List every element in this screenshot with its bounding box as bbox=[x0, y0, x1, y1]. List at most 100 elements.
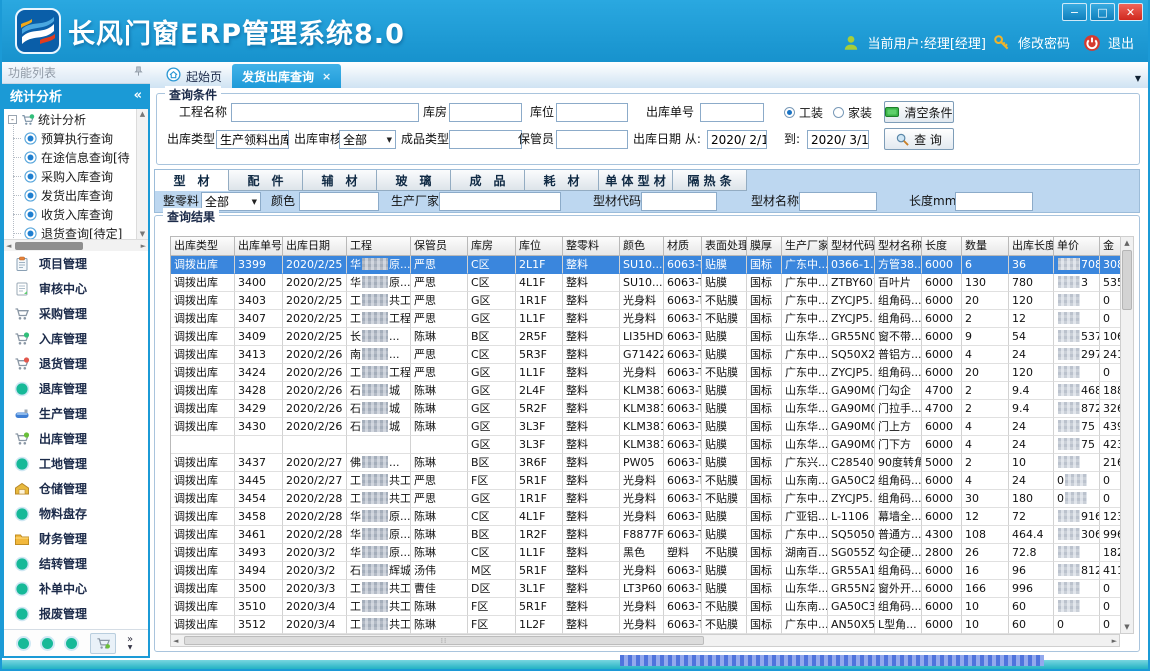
pin-icon[interactable] bbox=[133, 66, 144, 80]
table-cell[interactable]: 36 bbox=[1009, 256, 1054, 274]
table-cell[interactable]: 贴膜 bbox=[702, 274, 747, 292]
table-cell[interactable]: 4 bbox=[962, 346, 1009, 364]
table-cell[interactable]: 2020/3/2 bbox=[283, 544, 347, 562]
column-header[interactable]: 整零料 bbox=[563, 237, 620, 255]
table-cell[interactable]: 整料 bbox=[563, 292, 620, 310]
table-cell[interactable]: 整料 bbox=[563, 256, 620, 274]
table-cell[interactable]: 国标 bbox=[747, 256, 782, 274]
table-cell[interactable]: 0 bbox=[1100, 310, 1121, 328]
table-cell[interactable]: L-1106 bbox=[828, 508, 875, 526]
column-header[interactable]: 生产厂家 bbox=[782, 237, 828, 255]
table-cell[interactable]: 0 bbox=[1100, 292, 1121, 310]
table-cell[interactable]: L型角... bbox=[875, 616, 922, 634]
table-cell[interactable]: 光身料 bbox=[620, 598, 664, 616]
table-cell[interactable]: 12 bbox=[962, 508, 1009, 526]
profile-name-input[interactable] bbox=[799, 192, 877, 211]
table-cell[interactable]: 2020/2/25 bbox=[283, 328, 347, 346]
table-cell[interactable]: G区 bbox=[468, 400, 516, 418]
table-row[interactable]: 调拨出库34452020/2/27工共工程严思F区5R1F整料光身料6063-T… bbox=[171, 472, 1134, 490]
table-cell[interactable]: 6000 bbox=[922, 580, 962, 598]
table-cell[interactable]: SG055Z bbox=[828, 544, 875, 562]
tree-vertical-scrollbar[interactable]: ▲ ▼ bbox=[136, 109, 148, 239]
material-tab[interactable]: 成 品 bbox=[451, 170, 525, 191]
table-cell[interactable]: 2020/2/25 bbox=[283, 256, 347, 274]
table-cell[interactable]: 108 bbox=[962, 526, 1009, 544]
table-cell[interactable]: M区 bbox=[468, 562, 516, 580]
sidebar-item[interactable]: 物料盘存 bbox=[4, 501, 148, 526]
table-cell[interactable]: 3510 bbox=[235, 598, 283, 616]
table-cell[interactable]: 1L2F bbox=[516, 616, 563, 634]
sidebar-item[interactable]: 财务管理 bbox=[4, 526, 148, 551]
column-header[interactable]: 出库类型 bbox=[171, 237, 235, 255]
close-tab-icon[interactable]: × bbox=[322, 70, 331, 83]
table-row[interactable]: 调拨出库34612020/2/28华原...陈琳B区1R2F整料F8877FT6… bbox=[171, 526, 1134, 544]
table-cell[interactable]: G区 bbox=[468, 364, 516, 382]
table-cell[interactable]: KLM3817 bbox=[620, 418, 664, 436]
scroll-right-icon[interactable]: ► bbox=[1112, 637, 1117, 645]
table-cell[interactable]: GR55A11 bbox=[828, 562, 875, 580]
table-cell[interactable]: 广东中... bbox=[782, 526, 828, 544]
table-cell[interactable]: 贴膜 bbox=[702, 346, 747, 364]
table-cell[interactable]: G区 bbox=[468, 490, 516, 508]
table-cell[interactable]: G71422 bbox=[620, 346, 664, 364]
table-cell[interactable]: 整料 bbox=[563, 364, 620, 382]
table-cell[interactable]: 6063-T5 bbox=[664, 508, 702, 526]
table-cell[interactable]: 3512 bbox=[235, 616, 283, 634]
column-header[interactable]: 数量 bbox=[962, 237, 1009, 255]
table-cell[interactable]: B区 bbox=[468, 526, 516, 544]
table-cell[interactable]: GA90M08. bbox=[828, 418, 875, 436]
table-cell[interactable]: 2020/2/28 bbox=[283, 490, 347, 508]
table-cell[interactable]: 国标 bbox=[747, 598, 782, 616]
table-cell[interactable]: 6063-T5 bbox=[664, 598, 702, 616]
table-cell[interactable]: 6063-T5 bbox=[664, 580, 702, 598]
table-cell[interactable]: 陈琳 bbox=[411, 454, 468, 472]
table-cell[interactable]: GR55N02 bbox=[828, 328, 875, 346]
table-cell[interactable]: F区 bbox=[468, 616, 516, 634]
sidebar-item[interactable]: 工地管理 bbox=[4, 451, 148, 476]
table-cell[interactable]: 严思 bbox=[411, 256, 468, 274]
table-cell[interactable]: 国标 bbox=[747, 364, 782, 382]
table-cell[interactable]: PW05 bbox=[620, 454, 664, 472]
table-cell[interactable]: 整料 bbox=[563, 418, 620, 436]
table-cell[interactable]: 光身料 bbox=[620, 472, 664, 490]
table-cell[interactable]: 2020/3/2 bbox=[283, 562, 347, 580]
table-cell[interactable]: 90度转角 bbox=[875, 454, 922, 472]
table-cell[interactable]: 贴膜 bbox=[702, 382, 747, 400]
table-cell[interactable]: 贴膜 bbox=[702, 436, 747, 454]
table-cell[interactable]: C区 bbox=[468, 346, 516, 364]
column-header[interactable]: 型材代码 bbox=[828, 237, 875, 255]
table-cell[interactable]: F区 bbox=[468, 598, 516, 616]
table-cell[interactable]: 陈琳 bbox=[411, 418, 468, 436]
table-cell[interactable]: 10 bbox=[962, 598, 1009, 616]
table-cell[interactable]: 整料 bbox=[563, 598, 620, 616]
table-cell[interactable]: 6000 bbox=[922, 418, 962, 436]
table-cell[interactable]: 山东南... bbox=[782, 598, 828, 616]
table-cell[interactable]: 国标 bbox=[747, 310, 782, 328]
table-cell[interactable]: 0 bbox=[1100, 580, 1121, 598]
table-cell[interactable]: 6063-T5 bbox=[664, 310, 702, 328]
table-cell[interactable]: 2020/2/27 bbox=[283, 454, 347, 472]
table-cell[interactable]: 石辉城 bbox=[347, 562, 411, 580]
table-cell[interactable]: 国标 bbox=[747, 562, 782, 580]
table-cell[interactable]: 国标 bbox=[747, 544, 782, 562]
table-cell[interactable]: 5R3F bbox=[516, 346, 563, 364]
table-cell[interactable]: 调拨出库 bbox=[171, 310, 235, 328]
table-cell[interactable]: 不贴膜 bbox=[702, 472, 747, 490]
material-tab[interactable]: 辅 材 bbox=[303, 170, 377, 191]
material-tab[interactable]: 配 件 bbox=[229, 170, 303, 191]
table-cell[interactable]: 6063-T5 bbox=[664, 400, 702, 418]
table-cell[interactable]: 4700 bbox=[922, 382, 962, 400]
table-cell[interactable]: 广东中... bbox=[782, 274, 828, 292]
warehouse-input[interactable] bbox=[449, 103, 522, 122]
table-cell[interactable]: 3493 bbox=[235, 544, 283, 562]
table-cell[interactable]: KLM3817 bbox=[620, 436, 664, 454]
table-cell[interactable]: 2R5F bbox=[516, 328, 563, 346]
table-row[interactable]: 调拨出库34132020/2/26南...严思C区5R3F整料G71422606… bbox=[171, 346, 1134, 364]
table-cell[interactable]: 0 bbox=[1054, 472, 1100, 490]
table-cell[interactable]: 整料 bbox=[563, 382, 620, 400]
column-header[interactable]: 库位 bbox=[516, 237, 563, 255]
table-cell[interactable]: 464.4 bbox=[1009, 526, 1054, 544]
table-cell[interactable] bbox=[1054, 544, 1100, 562]
table-cell[interactable]: 24 bbox=[1009, 436, 1054, 454]
table-cell[interactable]: 严思 bbox=[411, 346, 468, 364]
